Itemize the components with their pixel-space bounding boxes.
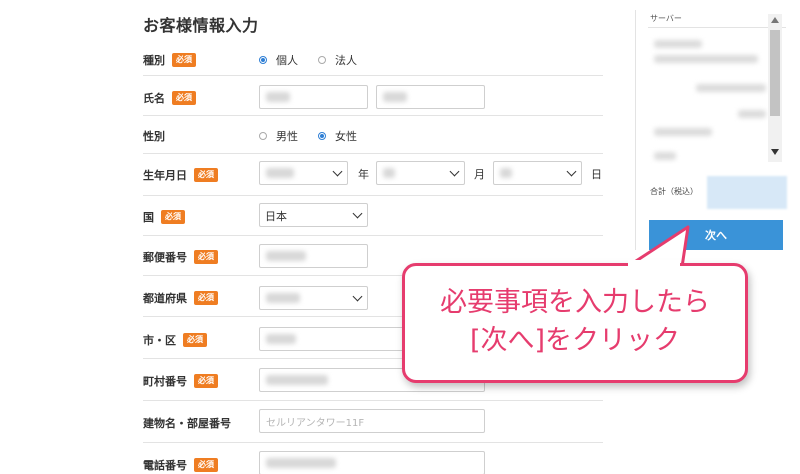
scroll-up-icon[interactable]	[771, 17, 779, 23]
total-label: 合計（税込）	[650, 187, 698, 196]
callout-tail-cover	[628, 260, 680, 270]
redacted-line	[696, 84, 766, 92]
label-town: 町村番号 必須	[143, 373, 218, 389]
scrollbar-thumb[interactable]	[770, 30, 780, 116]
redacted-line	[738, 110, 766, 118]
radio-dot-selected[interactable]	[318, 132, 326, 140]
label-gender: 性別	[143, 130, 165, 143]
redacted-value	[500, 168, 512, 178]
chevron-down-icon	[352, 208, 363, 219]
label-name: 氏名 必須	[143, 90, 196, 106]
label-type: 種別 必須	[143, 52, 196, 68]
country-select[interactable]: 日本	[259, 203, 368, 227]
redacted-value	[383, 92, 407, 102]
label-prefecture: 都道府県 必須	[143, 290, 218, 306]
unit-year: 年	[358, 168, 369, 181]
radio-dot-selected[interactable]	[259, 56, 267, 64]
redacted-value	[266, 293, 300, 303]
first-name-input[interactable]	[376, 85, 485, 109]
sidebar-divider	[635, 10, 636, 250]
total-value-redacted	[707, 176, 787, 209]
last-name-input[interactable]	[259, 85, 368, 109]
redacted-line	[654, 40, 702, 48]
required-badge: 必須	[194, 250, 218, 264]
birth-month-select[interactable]	[376, 161, 465, 185]
row-country: 国 必須	[143, 196, 603, 236]
required-badge: 必須	[172, 91, 196, 105]
callout-line-2: [次へ]をクリック	[469, 325, 681, 356]
radio-male[interactable]: 男性	[259, 128, 298, 144]
building-input[interactable]: セルリアンタワー11F	[259, 409, 485, 433]
radio-female[interactable]: 女性	[318, 128, 357, 144]
label-country: 国 必須	[143, 209, 185, 225]
callout-line-1: 必要事項を入力したら	[440, 287, 710, 318]
form-title: お客様情報入力	[143, 16, 259, 35]
required-badge: 必須	[194, 374, 218, 388]
label-building: 建物名・部屋番号	[143, 417, 231, 430]
redacted-value	[266, 251, 306, 261]
redacted-value	[266, 92, 290, 102]
redacted-line	[654, 152, 676, 160]
chevron-down-icon	[332, 166, 343, 177]
row-type: 種別 必須	[143, 46, 603, 76]
radio-corporate[interactable]: 法人	[318, 52, 357, 68]
scroll-down-icon[interactable]	[771, 149, 779, 155]
birth-day-select[interactable]	[493, 161, 582, 185]
required-badge: 必須	[194, 291, 218, 305]
chevron-down-icon	[449, 166, 460, 177]
prefecture-select[interactable]	[259, 286, 368, 310]
redacted-line	[654, 128, 712, 136]
required-badge: 必須	[183, 333, 207, 347]
required-badge: 必須	[194, 458, 218, 472]
server-list[interactable]	[648, 27, 786, 164]
server-label: サーバー	[650, 14, 682, 23]
radio-individual[interactable]: 個人	[259, 52, 298, 68]
redacted-value	[266, 334, 296, 344]
label-birthdate: 生年月日 必須	[143, 167, 218, 183]
required-badge: 必須	[172, 53, 196, 67]
phone-input[interactable]	[259, 451, 485, 474]
redacted-value	[383, 168, 395, 178]
birth-year-select[interactable]	[259, 161, 348, 185]
redacted-line	[654, 55, 758, 63]
required-badge: 必須	[161, 210, 185, 224]
redacted-value	[266, 168, 294, 178]
label-postal: 郵便番号 必須	[143, 249, 218, 265]
required-badge: 必須	[194, 168, 218, 182]
label-city: 市・区 必須	[143, 332, 207, 348]
unit-month: 月	[474, 168, 485, 181]
unit-day: 日	[591, 168, 602, 181]
postal-input[interactable]	[259, 244, 368, 268]
callout-text: 必要事項を入力したら [次へ]をクリック	[402, 284, 748, 360]
radio-dot[interactable]	[318, 56, 326, 64]
chevron-down-icon	[352, 291, 363, 302]
radio-dot[interactable]	[259, 132, 267, 140]
row-gender: 性別	[143, 116, 603, 154]
redacted-value	[266, 458, 336, 468]
row-phone: 電話番号 必須	[143, 457, 218, 473]
row-name: 氏名 必須	[143, 76, 603, 116]
chevron-down-icon	[566, 166, 577, 177]
redacted-value	[266, 375, 328, 385]
